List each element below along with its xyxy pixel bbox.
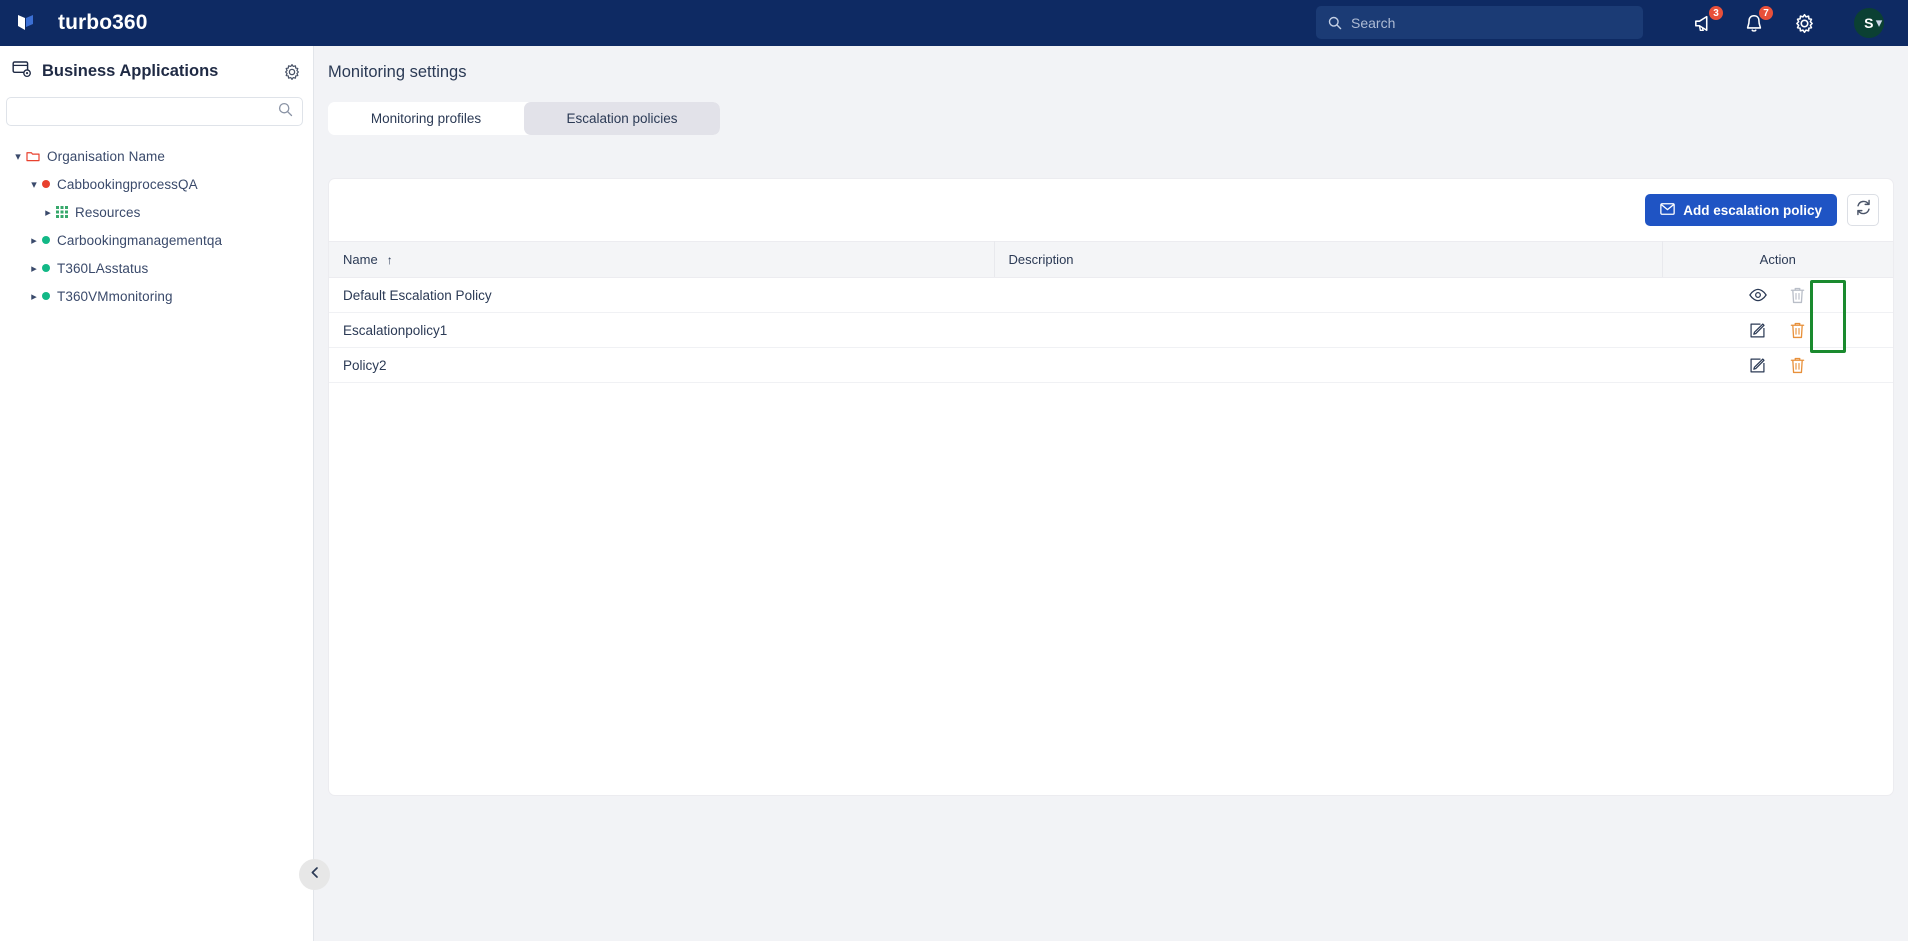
search-icon: [278, 102, 293, 122]
cell-description: [994, 277, 1662, 313]
table-row[interactable]: Default Escalation Policy: [329, 277, 1893, 313]
sidebar-collapse-button[interactable]: [299, 859, 330, 890]
column-header-description[interactable]: Description: [994, 241, 1663, 278]
tab-label: Escalation policies: [566, 111, 678, 126]
top-navigation-bar: turbo360 Search 3 7 S ▾: [0, 0, 1908, 46]
delete-icon[interactable]: [1787, 319, 1809, 341]
sidebar-settings-gear-icon[interactable]: [283, 63, 301, 81]
search-icon: [1328, 16, 1342, 30]
tree-item-organisation[interactable]: ▾ Organisation Name: [0, 142, 313, 170]
edit-icon[interactable]: [1747, 354, 1769, 376]
cell-name: Policy2: [329, 347, 994, 383]
cell-description: [994, 347, 1662, 383]
column-header-action: Action: [1662, 241, 1893, 278]
tree-item-t360lasstatus[interactable]: ▸ T360LAsstatus: [0, 254, 313, 282]
sidebar-header: Business Applications: [0, 46, 313, 91]
chevron-left-icon: [309, 866, 321, 884]
tab-escalation-policies[interactable]: Escalation policies: [524, 102, 720, 135]
cell-description: [994, 312, 1662, 348]
tab-bar: Monitoring profiles Escalation policies: [328, 102, 720, 135]
panel-toolbar: Add escalation policy: [329, 179, 1893, 241]
chevron-down-icon[interactable]: ▾: [26, 178, 42, 191]
add-escalation-policy-button[interactable]: Add escalation policy: [1645, 194, 1837, 226]
escalation-policies-table: Name ↑ Description Action Default Escalat…: [329, 241, 1893, 383]
chevron-right-icon[interactable]: ▸: [26, 290, 42, 303]
column-header-label: Name: [343, 252, 378, 267]
tree-item-label: Resources: [75, 204, 141, 220]
sidebar-title: Business Applications: [42, 62, 219, 80]
sidebar: Business Applications ▾ Organisation Nam…: [0, 46, 314, 941]
cell-name: Escalationpolicy1: [329, 312, 994, 348]
tree-item-resources[interactable]: ▸ Resources: [0, 198, 313, 226]
cell-action: [1662, 277, 1893, 313]
refresh-icon: [1855, 199, 1872, 221]
sidebar-search[interactable]: [6, 97, 303, 126]
table-row[interactable]: Policy2: [329, 347, 1893, 383]
column-header-label: Description: [1008, 252, 1074, 267]
business-applications-icon: [12, 60, 32, 83]
topbar-icon-group: 3 7 S ▾: [1692, 0, 1894, 46]
settings-button[interactable]: [1792, 11, 1816, 35]
page-title: Monitoring settings: [328, 63, 467, 81]
edit-icon[interactable]: [1747, 319, 1769, 341]
status-dot-icon: [42, 264, 50, 272]
table-row[interactable]: Escalationpolicy1: [329, 312, 1893, 348]
cell-action: [1662, 312, 1893, 348]
sidebar-search-input[interactable]: [16, 104, 278, 119]
cell-action: [1662, 347, 1893, 383]
notifications-badge: 7: [1758, 5, 1774, 21]
table-header: Name ↑ Description Action: [329, 241, 1893, 278]
brand[interactable]: turbo360: [0, 10, 148, 36]
global-search[interactable]: Search: [1316, 6, 1643, 39]
add-escalation-policy-label: Add escalation policy: [1683, 202, 1822, 218]
brand-name: turbo360: [58, 11, 148, 34]
announcements-button[interactable]: 3: [1692, 5, 1724, 35]
chevron-right-icon[interactable]: ▸: [40, 206, 56, 219]
chevron-down-icon: ▾: [1875, 15, 1883, 30]
global-search-placeholder: Search: [1351, 14, 1396, 31]
user-menu[interactable]: S ▾: [1842, 8, 1894, 38]
turbo360-logo-icon: [14, 10, 40, 36]
status-dot-icon: [42, 292, 50, 300]
main-content: Monitoring settings Monitoring profiles …: [314, 46, 1908, 941]
column-header-label: Action: [1759, 252, 1796, 267]
column-header-name[interactable]: Name ↑: [329, 241, 995, 278]
tree-item-carbookingmanagementqa[interactable]: ▸ Carbookingmanagementqa: [0, 226, 313, 254]
tree-item-label: Carbookingmanagementqa: [57, 232, 223, 248]
sort-ascending-icon: ↑: [386, 253, 393, 267]
grid-icon: [56, 206, 68, 218]
tree-item-t360vmmonitoring[interactable]: ▸ T360VMmonitoring: [0, 282, 313, 310]
envelope-icon: [1660, 202, 1675, 218]
chevron-down-icon[interactable]: ▾: [10, 150, 26, 163]
application-tree: ▾ Organisation Name ▾ CabbookingprocessQ…: [0, 142, 313, 310]
tree-item-label: CabbookingprocessQA: [57, 176, 198, 192]
folder-icon: [26, 150, 40, 162]
tab-monitoring-profiles[interactable]: Monitoring profiles: [328, 102, 524, 135]
delete-icon[interactable]: [1787, 354, 1809, 376]
delete-icon-disabled: [1787, 284, 1809, 306]
tab-label: Monitoring profiles: [370, 111, 482, 126]
refresh-button[interactable]: [1847, 194, 1879, 226]
tree-item-label: T360LAsstatus: [57, 260, 149, 276]
table-body: Default Escalation Policy Escalationpoli…: [329, 277, 1893, 383]
chevron-right-icon[interactable]: ▸: [26, 262, 42, 275]
escalation-policies-panel: Add escalation policy Name ↑ Description…: [328, 178, 1894, 796]
announcements-badge: 3: [1708, 5, 1724, 21]
view-icon[interactable]: [1747, 284, 1769, 306]
tree-item-label: T360VMmonitoring: [57, 288, 173, 304]
status-dot-icon: [42, 180, 50, 188]
chevron-right-icon[interactable]: ▸: [26, 234, 42, 247]
cell-name: Default Escalation Policy: [329, 277, 994, 313]
notifications-button[interactable]: 7: [1742, 5, 1774, 35]
tree-item-cabbookingprocessqa[interactable]: ▾ CabbookingprocessQA: [0, 170, 313, 198]
tree-item-label: Organisation Name: [47, 148, 166, 164]
status-dot-icon: [42, 236, 50, 244]
